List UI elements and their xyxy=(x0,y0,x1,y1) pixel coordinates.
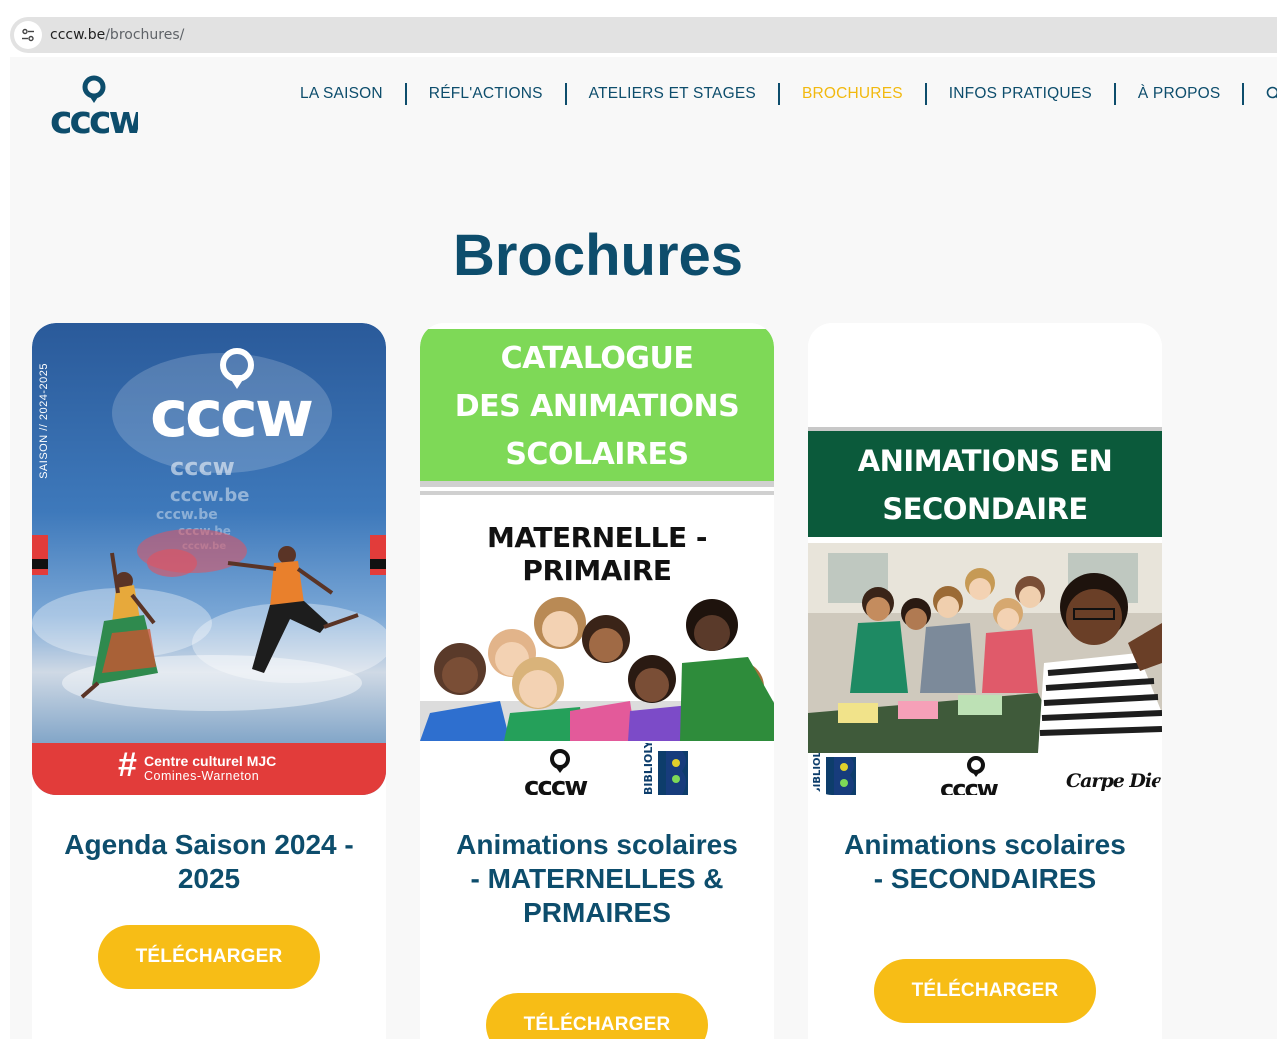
cover-partner-text: BIBLIOLYS xyxy=(812,753,823,795)
url-path: /brochures/ xyxy=(105,27,185,43)
brochure-card-secondaires: ANIMATIONS EN SECONDAIRE BIBLIOLYS cccw … xyxy=(808,323,1162,1039)
nav-la-saison[interactable]: LA SAISON xyxy=(300,85,383,103)
cover-carpe-text: Carpe Diem xyxy=(1066,770,1162,792)
svg-text:cccw: cccw xyxy=(170,453,235,481)
download-button[interactable]: TÉLÉCHARGER xyxy=(98,925,320,989)
brochure-card-maternelles: CATALOGUE DES ANIMATIONS SCOLAIRES 2024/… xyxy=(420,323,774,1039)
download-button[interactable]: TÉLÉCHARGER xyxy=(874,959,1096,1023)
cover-stripe-right xyxy=(370,535,386,575)
nav-a-propos[interactable]: À PROPOS xyxy=(1138,85,1221,103)
cover-top-space xyxy=(808,323,1162,427)
children-photo xyxy=(420,597,774,741)
nav-separator xyxy=(404,83,407,105)
cover-stripe-left-dark xyxy=(32,559,48,569)
cover-heading-line: SECONDAIRE xyxy=(882,492,1088,526)
main-nav: LA SAISON RÉFL'ACTIONS ATELIERS ET STAGE… xyxy=(300,83,1277,105)
nav-separator xyxy=(564,83,567,105)
logo-text: cccw xyxy=(50,98,138,137)
cover-brand-text: cccw xyxy=(150,378,314,452)
url-text[interactable]: cccw.be/brochures/ xyxy=(50,27,184,43)
address-bar[interactable]: cccw.be/brochures/ xyxy=(10,17,1277,53)
download-button[interactable]: TÉLÉCHARGER xyxy=(486,993,708,1039)
cover-centre-name: Centre culturel MJC xyxy=(144,753,277,769)
nav-reflactions[interactable]: RÉFL'ACTIONS xyxy=(429,85,543,103)
page: cccw LA SAISON RÉFL'ACTIONS ATELIERS ET … xyxy=(10,57,1277,1039)
page-title: Brochures xyxy=(452,223,744,288)
site-logo[interactable]: cccw xyxy=(48,67,146,142)
svg-text:cccw.be: cccw.be xyxy=(156,507,218,523)
cover-heading: ANIMATIONS EN SECONDAIRE xyxy=(808,437,1162,533)
nav-separator xyxy=(1242,83,1245,105)
nav-ateliers-et-stages[interactable]: ATELIERS ET STAGES xyxy=(589,85,756,103)
nav-separator xyxy=(777,83,780,105)
nav-separator xyxy=(1113,83,1116,105)
cover-logo-text: cccw xyxy=(524,772,588,795)
brochure-cover-image[interactable]: ANIMATIONS EN SECONDAIRE BIBLIOLYS cccw … xyxy=(808,323,1162,795)
cover-heading-line: ANIMATIONS EN xyxy=(857,444,1113,478)
brochure-cover-image[interactable]: SAISON // 2024-2025 cccw cccw.be cccw.be… xyxy=(32,323,386,795)
cover-logo-text: cccw xyxy=(940,775,999,795)
cover-stripe-left xyxy=(32,535,48,575)
cover-divider xyxy=(420,491,774,495)
card-title[interactable]: Agenda Saison 2024 - 2025 xyxy=(32,828,386,896)
cover-logos: cccw BIBLIOLYS xyxy=(524,743,688,795)
students-photo xyxy=(808,543,1162,753)
nav-brochures[interactable]: BROCHURES xyxy=(802,85,903,103)
cover-subheading: MATERNELLE - PRIMAIRE xyxy=(487,521,707,587)
cover-heading-line: DES ANIMATIONS SCOLAIRES xyxy=(454,389,740,472)
cover-hashtag: # xyxy=(118,746,137,784)
cover-heading-line: CATALOGUE xyxy=(500,341,694,376)
cover-logos: BIBLIOLYS cccw Carpe Diem xyxy=(812,753,1162,795)
url-domain: cccw.be xyxy=(50,27,106,43)
cover-location: Comines-Warneton xyxy=(144,769,260,783)
nav-separator xyxy=(924,83,927,105)
cover-stripe-right-dark xyxy=(370,559,386,569)
search-icon[interactable] xyxy=(1266,86,1277,102)
brochure-card-agenda: SAISON // 2024-2025 cccw cccw.be cccw.be… xyxy=(32,323,386,1039)
cover-heading: CATALOGUE DES ANIMATIONS SCOLAIRES 2024/… xyxy=(420,335,774,527)
card-title[interactable]: Animations scolaires - MATERNELLES & PRM… xyxy=(420,828,774,930)
brochure-cover-image[interactable]: CATALOGUE DES ANIMATIONS SCOLAIRES 2024/… xyxy=(420,323,774,795)
cover-partner-text: BIBLIOLYS xyxy=(642,743,655,795)
cover-divider xyxy=(420,481,774,487)
site-info-icon[interactable] xyxy=(14,21,42,49)
nav-infos-pratiques[interactable]: INFOS PRATIQUES xyxy=(949,85,1092,103)
svg-text:cccw.be: cccw.be xyxy=(170,485,249,506)
card-title[interactable]: Animations scolaires - SECONDAIRES xyxy=(808,828,1162,896)
